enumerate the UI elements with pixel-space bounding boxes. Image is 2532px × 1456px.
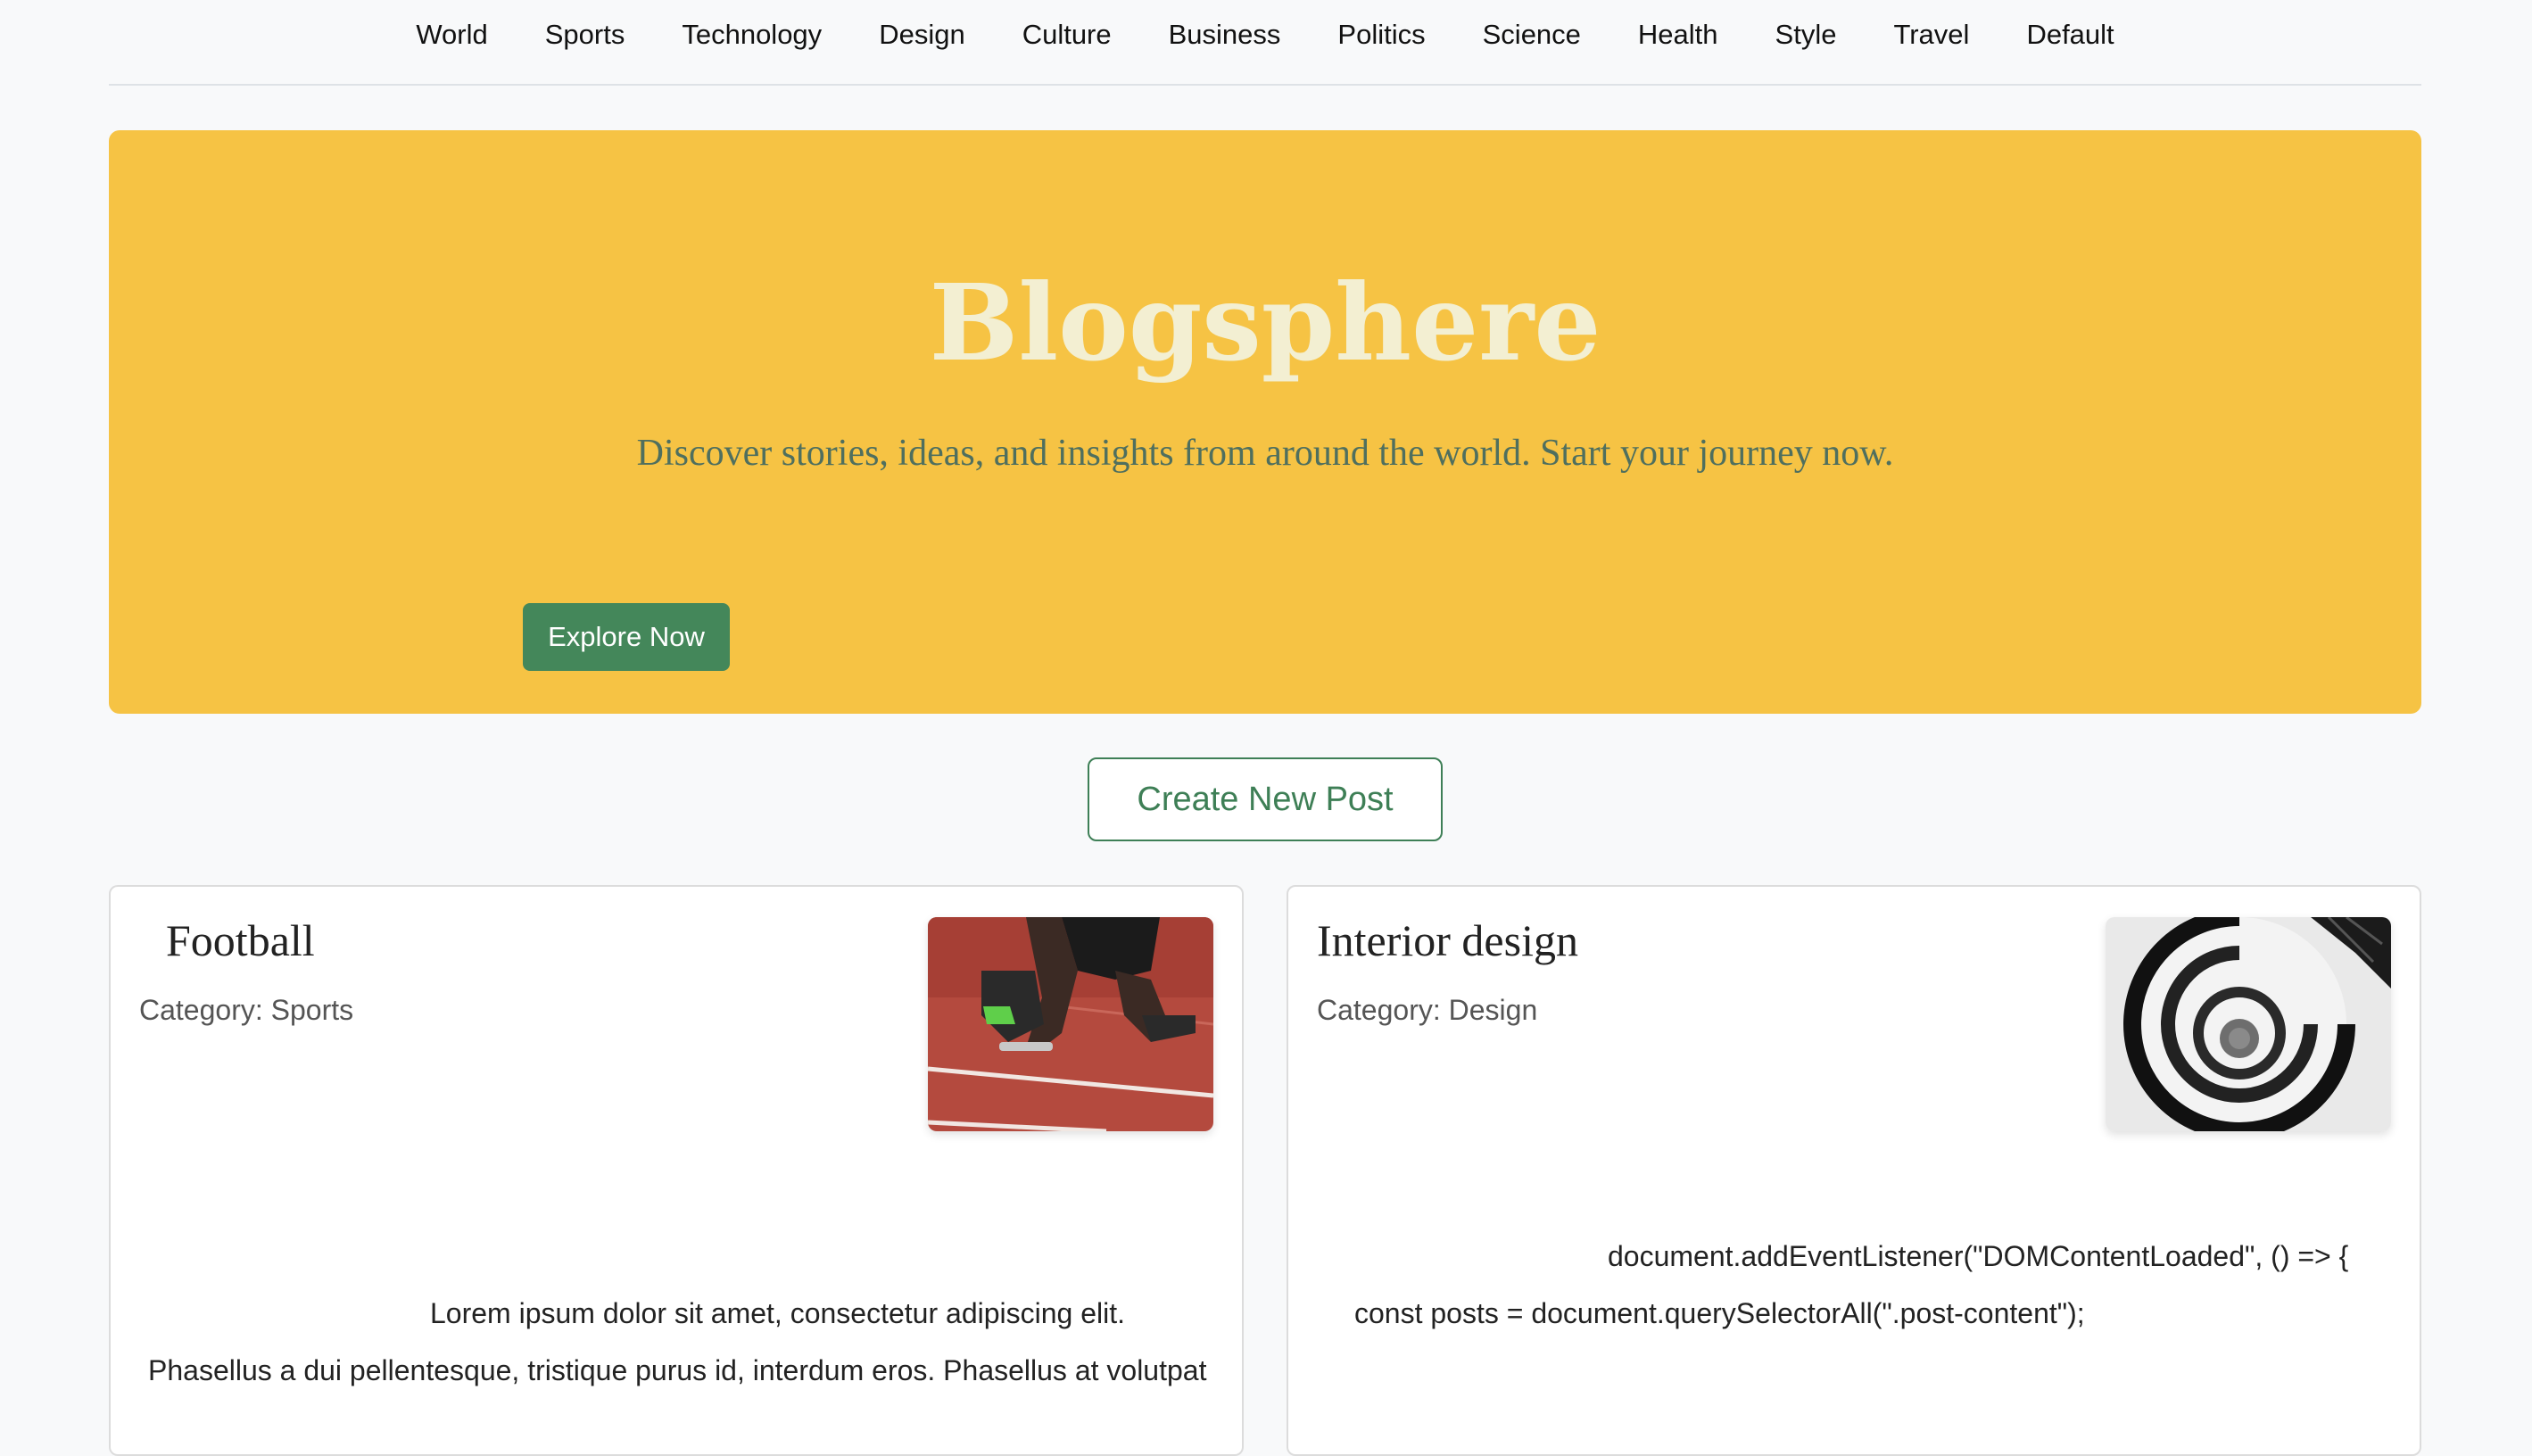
hero-banner: Blogsphere Discover stories, ideas, and …: [109, 130, 2421, 714]
nav-item-politics[interactable]: Politics: [1309, 0, 1453, 78]
nav-item-technology[interactable]: Technology: [653, 0, 850, 78]
post-excerpt-line: Lorem ipsum dolor sit amet, consectetur …: [430, 1297, 1126, 1329]
post-excerpt-line: const posts = document.querySelectorAll(…: [1354, 1297, 2085, 1329]
hero-title: Blogsphere: [929, 261, 1601, 385]
explore-now-button[interactable]: Explore Now: [523, 603, 730, 671]
post-excerpt-line: document.addEventListener("DOMContentLoa…: [1608, 1240, 2349, 1272]
nav-item-health[interactable]: Health: [1609, 0, 1747, 78]
post-category: Category: Design: [1317, 994, 1538, 1026]
post-image-sprinter: [928, 917, 1213, 1131]
post-title[interactable]: Football: [166, 914, 315, 967]
nav-item-science[interactable]: Science: [1454, 0, 1609, 78]
nav-item-travel[interactable]: Travel: [1865, 0, 1998, 78]
create-new-post-button[interactable]: Create New Post: [1088, 757, 1443, 841]
nav-item-default[interactable]: Default: [1998, 0, 2142, 78]
nav-item-design[interactable]: Design: [850, 0, 994, 78]
post-card: Interior design Category: Design documen…: [1287, 885, 2421, 1456]
nav-item-world[interactable]: World: [387, 0, 516, 78]
category-nav: World Sports Technology Design Culture B…: [109, 0, 2421, 86]
nav-item-sports[interactable]: Sports: [517, 0, 654, 78]
nav-item-culture[interactable]: Culture: [994, 0, 1140, 78]
post-excerpt-line: Phasellus a dui pellentesque, tristique …: [148, 1354, 1207, 1386]
post-image-staircase: [2106, 917, 2391, 1131]
hero-subtitle: Discover stories, ideas, and insights fr…: [636, 433, 1894, 474]
post-title[interactable]: Interior design: [1317, 914, 1578, 967]
post-card: Football Category: Sports Lorem ipsum do…: [109, 885, 1244, 1456]
nav-item-style[interactable]: Style: [1747, 0, 1866, 78]
post-category: Category: Sports: [139, 994, 354, 1026]
nav-item-business[interactable]: Business: [1140, 0, 1310, 78]
